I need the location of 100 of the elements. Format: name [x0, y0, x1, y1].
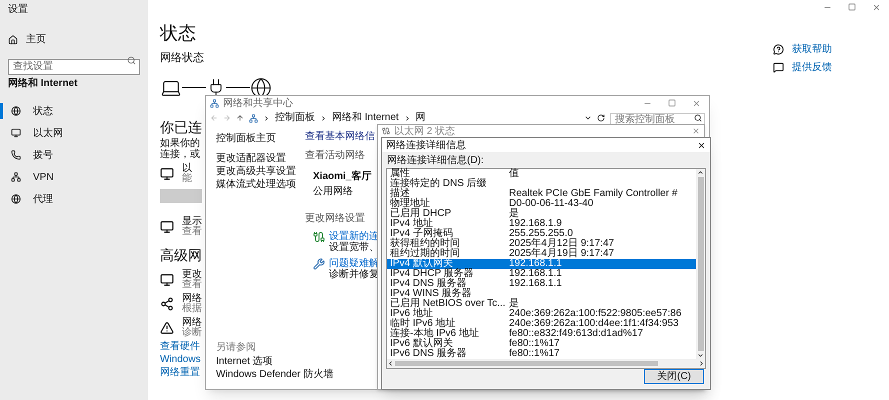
- item-title: 网络: [182, 318, 202, 328]
- value-cell: 192.168.1.1: [509, 259, 562, 269]
- scroll-up-icon[interactable]: [697, 169, 704, 176]
- value-cell: fe80::e832:f49:613d:d1ad%17: [509, 329, 644, 339]
- close-icon[interactable]: [697, 140, 706, 150]
- section-heading: 查看活动网络: [305, 148, 366, 163]
- link[interactable]: 网络重置: [160, 366, 200, 378]
- sidebar-link[interactable]: 更改高级共享设置: [216, 165, 296, 178]
- list-row[interactable]: IPv4 DHCP 服务器 192.168.1.1: [387, 269, 696, 279]
- list-row[interactable]: IPv6 地址 240e:369:262a:100:f522:9805:ee57:86: [387, 309, 696, 319]
- nav-icon: [11, 150, 21, 160]
- network-icon: [210, 99, 219, 108]
- close-button[interactable]: 关闭(C): [644, 369, 704, 384]
- nav-item[interactable]: 代理: [0, 191, 148, 207]
- help-link[interactable]: 获取帮助: [773, 42, 889, 57]
- vertical-scrollbar[interactable]: [696, 169, 705, 359]
- dropdown-icon[interactable]: [584, 114, 592, 122]
- nav-icon: [11, 172, 21, 182]
- list-row[interactable]: 连接特定的 DNS 后缀: [387, 179, 696, 189]
- nav-item[interactable]: 拨号: [0, 147, 148, 163]
- section-heading: 网络和 Internet: [8, 76, 78, 91]
- list-row[interactable]: IPv6 默认网关 fe80::1%17: [387, 339, 696, 349]
- task-description: 设置宽带、: [329, 242, 379, 253]
- sidebar-link[interactable]: Windows Defender 防火墙: [216, 368, 334, 381]
- section-heading: 高级网: [160, 246, 202, 264]
- property-cell-text: IPv6 地址: [389, 309, 434, 319]
- nav-icon: [11, 128, 21, 138]
- value-cell: 192.168.1.9: [509, 219, 562, 229]
- refresh-icon[interactable]: [597, 114, 605, 122]
- sidebar-link[interactable]: 更改适配器设置: [216, 152, 286, 165]
- window-title: 网络和共享中心: [223, 96, 293, 111]
- property-cell-text: IPv4 子网掩码: [389, 229, 453, 239]
- search-field[interactable]: 搜索控制面板: [610, 112, 705, 126]
- display-icon: [160, 220, 174, 234]
- list-row[interactable]: IPv4 WINS 服务器: [387, 289, 696, 299]
- scroll-down-icon[interactable]: [697, 352, 704, 359]
- breadcrumb-link[interactable]: 网: [416, 112, 426, 124]
- nav-item[interactable]: VPN: [0, 169, 148, 185]
- window-title: 以太网 2 状态: [394, 126, 456, 136]
- section-heading: 你已连: [160, 118, 202, 136]
- troubleshoot-icon: [313, 258, 325, 270]
- list-row[interactable]: 描述 Realtek PCIe GbE Family Controller #: [387, 189, 696, 199]
- sidebar-link[interactable]: Internet 选项: [216, 355, 273, 368]
- property-cell-text: 临时 IPv6 地址: [389, 319, 457, 329]
- list-row[interactable]: 租约过期的时间 2025年4月19日 9:17:47: [387, 249, 696, 259]
- help-link[interactable]: 提供反馈: [773, 60, 889, 75]
- list-row[interactable]: 物理地址 D0-00-06-11-43-40: [387, 199, 696, 209]
- value-cell: Realtek PCIe GbE Family Controller #: [509, 189, 678, 199]
- horizontal-scrollbar[interactable]: [387, 359, 705, 368]
- item-title: 网络: [182, 294, 202, 304]
- forward-icon[interactable]: [223, 114, 231, 122]
- connection-icon: [313, 231, 325, 243]
- property-cell-text: IPv4 DNS 服务器: [389, 279, 467, 289]
- feedback-icon: [773, 62, 784, 73]
- help-icon: [773, 44, 784, 55]
- property-cell-text: 获得租约的时间: [389, 239, 461, 249]
- network-name: Xiaomi_客厅: [313, 169, 372, 184]
- list-row[interactable]: IPv4 DNS 服务器 192.168.1.1: [387, 279, 696, 289]
- back-icon[interactable]: [210, 114, 218, 122]
- item-subtitle: 能: [182, 174, 192, 184]
- separator-icon: [263, 114, 270, 122]
- property-cell-text: 连接-本地 IPv6 地址: [389, 329, 480, 339]
- value-cell: fe80::1%17: [509, 349, 560, 359]
- home-link[interactable]: 主页: [8, 32, 46, 47]
- link[interactable]: Windows: [160, 354, 201, 364]
- sidebar-link[interactable]: 控制面板主页: [216, 131, 301, 146]
- page-heading: 查看基本网络信: [305, 130, 376, 144]
- dialog-title: 网络连接详细信息: [386, 138, 466, 152]
- list-row[interactable]: IPv4 地址 192.168.1.9: [387, 219, 696, 229]
- list-row[interactable]: IPv4 子网掩码 255.255.255.0: [387, 229, 696, 239]
- breadcrumb-link[interactable]: 控制面板: [275, 112, 315, 124]
- search-field[interactable]: 查找设置: [8, 58, 140, 74]
- property-cell-text: 租约过期的时间: [389, 249, 461, 259]
- task-description: 诊断并修复: [329, 269, 379, 280]
- item-subtitle: 查看: [182, 226, 202, 236]
- sidebar-link[interactable]: 媒体流式处理选项: [216, 178, 296, 191]
- property-cell-text: 描述: [389, 189, 410, 199]
- list-row[interactable]: IPv6 DNS 服务器 fe80::1%17: [387, 349, 696, 359]
- value-cell: 240e:369:262a:100:d4ee:1f1:4f34:953: [509, 319, 679, 329]
- list-row[interactable]: 已启用 DHCP 是: [387, 209, 696, 219]
- maximize-icon[interactable]: [668, 99, 676, 107]
- list-row[interactable]: 已启用 NetBIOS over Tc... 是: [387, 299, 696, 309]
- search-icon: [127, 56, 136, 65]
- item-subtitle: 诊断: [182, 328, 202, 338]
- list-row[interactable]: 临时 IPv6 地址 240e:369:262a:100:d4ee:1f1:4f34:953: [387, 319, 696, 329]
- list-row[interactable]: 获得租约的时间 2025年4月12日 9:17:47: [387, 239, 696, 249]
- item-subtitle: 根据: [182, 304, 202, 314]
- property-cell-text: 物理地址: [389, 199, 431, 209]
- link[interactable]: 查看硬件: [160, 340, 200, 352]
- maximize-icon[interactable]: [848, 3, 856, 11]
- breadcrumb-link[interactable]: 网络和 Internet: [332, 112, 399, 124]
- network-type: 公用网络: [313, 185, 354, 199]
- property-cell-text: 已启用 DHCP: [389, 209, 452, 219]
- nav-item[interactable]: 以太网: [0, 125, 148, 141]
- value-cell: 255.255.255.0: [509, 229, 573, 239]
- up-icon[interactable]: [236, 114, 244, 122]
- scroll-left-icon[interactable]: [387, 360, 394, 367]
- list-row[interactable]: 连接-本地 IPv6 地址 fe80::e832:f49:613d:d1ad%17: [387, 329, 696, 339]
- scroll-right-icon[interactable]: [698, 360, 705, 367]
- section-heading: 更改网络设置: [305, 212, 366, 226]
